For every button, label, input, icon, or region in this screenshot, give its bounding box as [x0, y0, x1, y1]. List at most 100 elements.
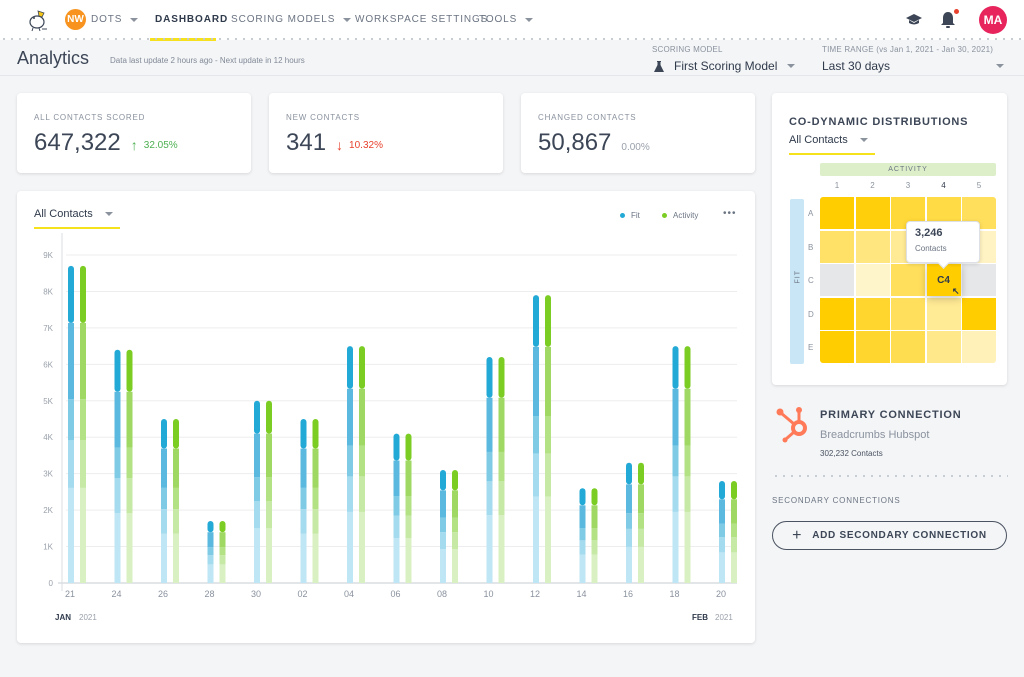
activity-bar-segment — [219, 532, 226, 548]
logo-icon[interactable] — [26, 8, 50, 32]
heatmap-cell[interactable] — [926, 297, 961, 330]
fit-bar-segment — [486, 451, 493, 482]
tooltip-label: Contacts — [915, 244, 947, 253]
fit-bar-segment — [254, 400, 260, 434]
activity-bar-segment — [545, 346, 551, 417]
nav-item-dashboard[interactable]: DASHBOARD — [155, 14, 228, 25]
bar-chart: 0 1K 2K 3K 4K 5K 6K 7K 8K 9K 21 24 26 28 30 02 04 06 08 10 1… — [43, 233, 737, 622]
heatmap-cell[interactable] — [926, 331, 961, 363]
nav-item-workspace-settings[interactable]: WORKSPACE SETTINGS — [355, 14, 488, 25]
activity-bar-segment — [126, 391, 133, 448]
activity-bar-segment — [219, 555, 226, 565]
x-tick-label: 04 — [344, 589, 354, 599]
fit-bar-segment — [719, 552, 725, 583]
workspace-badge[interactable]: NW — [65, 9, 86, 30]
heatmap-cell[interactable] — [820, 197, 854, 229]
fit-bar-segment — [626, 513, 632, 529]
stat-delta: 10.32% — [349, 139, 383, 151]
heatmap-column-label: 2 — [870, 181, 875, 190]
user-avatar[interactable]: MA — [979, 6, 1007, 34]
heatmap-cell[interactable] — [891, 264, 925, 296]
primary-connection-name[interactable]: Breadcrumbs Hubspot — [820, 429, 929, 441]
time-range-value: Last 30 days — [822, 59, 891, 73]
x-tick-label: 21 — [65, 589, 75, 599]
heatmap-cell[interactable] — [891, 331, 925, 363]
activity-bar-segment — [359, 476, 365, 512]
fit-bar-segment — [440, 517, 446, 533]
activity-bar-segment — [591, 540, 598, 555]
nav-item-label: TOOLS — [479, 14, 518, 25]
activity-bar-segment — [219, 521, 226, 533]
heatmap-cell[interactable] — [855, 264, 890, 296]
activity-bar-segment — [498, 397, 505, 452]
activity-bar-segment — [731, 537, 737, 553]
time-range-label: TIME RANGE (vs Jan 1, 2021 - Jan 30, 202… — [822, 45, 994, 54]
nav-item-tools[interactable]: TOOLS — [479, 14, 534, 25]
activity-bar-segment — [452, 517, 458, 533]
activity-bar-segment — [545, 496, 551, 583]
fit-bar-segment — [719, 523, 725, 538]
heatmap-filter-value: All Contacts — [789, 134, 848, 146]
fit-bar-segment — [719, 499, 725, 524]
fit-bar-segment — [161, 487, 167, 510]
fit-bar-segment — [579, 540, 586, 555]
scoring-model-select[interactable]: First Scoring Model — [654, 59, 796, 73]
time-range-select[interactable]: Last 30 days — [822, 59, 1004, 73]
activity-bar-segment — [684, 346, 691, 389]
heatmap-cell[interactable] — [820, 230, 854, 263]
workspace-name: DOTS — [91, 14, 123, 25]
fit-bar-segment — [533, 496, 539, 583]
fit-bar-segment — [254, 433, 260, 478]
chevron-down-icon — [787, 64, 796, 68]
heatmap-column-label: 3 — [905, 181, 911, 190]
fit-bar-segment — [300, 487, 307, 510]
heatmap-row-label: A — [808, 209, 814, 218]
stat-value: 50,867 — [538, 129, 612, 156]
activity-bar-segment — [591, 488, 598, 506]
activity-bar-segment — [591, 505, 598, 529]
heatmap-cell[interactable] — [820, 331, 854, 363]
y-tick-label: 8K — [43, 287, 53, 296]
cursor-icon: ↖ — [951, 286, 960, 296]
activity-bar-segment — [638, 546, 644, 583]
nav-item-scoring-models[interactable]: SCORING MODELS — [231, 14, 352, 25]
graduation-cap-icon — [906, 14, 922, 25]
hubspot-icon — [776, 407, 807, 443]
heatmap-cell[interactable] — [962, 264, 996, 296]
activity-bar-segment — [80, 323, 86, 400]
heatmap-cell[interactable] — [855, 197, 890, 229]
activity-bar-segment — [126, 447, 133, 479]
chevron-down-icon — [996, 64, 1004, 68]
heatmap-cell[interactable] — [891, 297, 925, 330]
activity-bar-segment — [498, 357, 505, 398]
activity-bar-segment — [545, 453, 551, 497]
fit-bar-segment — [207, 564, 214, 583]
fit-bar-segment — [719, 480, 725, 500]
fit-bar-segment — [626, 546, 632, 583]
fit-bar-segment — [207, 547, 214, 556]
heatmap-cell[interactable] — [962, 331, 996, 363]
y-tick-label: 6K — [43, 360, 53, 369]
activity-bar-segment — [266, 501, 272, 529]
activity-bar-segment — [266, 477, 272, 501]
y-tick-label: 9K — [43, 251, 53, 260]
heatmap-cell[interactable] — [962, 297, 996, 330]
heatmap-cell[interactable] — [820, 297, 854, 330]
activity-bar-segment — [405, 433, 412, 461]
chevron-down-icon — [525, 17, 534, 22]
workspace-switcher[interactable]: DOTS — [91, 14, 139, 25]
heatmap-cell[interactable] — [855, 297, 890, 330]
learning-button[interactable] — [903, 9, 925, 31]
heatmap-cell[interactable] — [855, 331, 890, 363]
fit-bar-segment — [393, 538, 400, 583]
heatmap-filter-select[interactable]: All Contacts — [789, 134, 868, 146]
fit-bar-segment — [300, 419, 307, 449]
notifications-button[interactable] — [937, 9, 959, 31]
fit-bar-segment — [440, 532, 446, 550]
heatmap-cell[interactable] — [820, 264, 854, 296]
add-secondary-connection-button[interactable]: + ADD SECONDARY CONNECTION — [772, 521, 1007, 550]
activity-bar-segment — [731, 480, 737, 500]
activity-bar-segment — [126, 349, 133, 392]
heatmap-cell[interactable] — [855, 230, 890, 263]
fit-bar-segment — [486, 397, 493, 452]
